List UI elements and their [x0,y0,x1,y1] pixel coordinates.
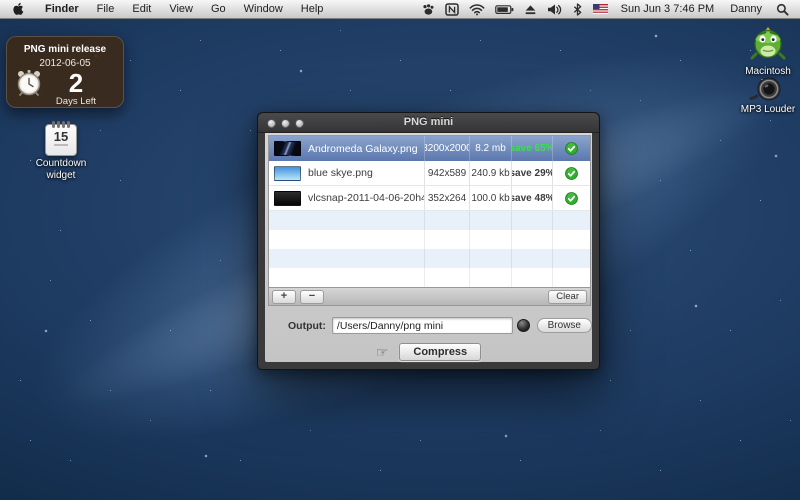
apple-logo-icon [12,2,25,16]
alarm-clock-icon [15,69,43,99]
file-thumbnail [274,191,301,206]
pointing-hand-icon: ☞ [376,345,389,359]
file-name: vlcsnap-2011-04-06-20h40m36s165.png [308,192,425,204]
window-titlebar[interactable]: PNG mini [258,113,599,133]
menu-label: File [97,3,115,15]
menu-label: Window [244,3,283,15]
volume-icon[interactable] [542,0,567,18]
file-size: 8.2 mb [470,136,512,161]
png-mini-window: PNG mini Andromeda Galaxy.png 3200x2000 … [257,112,600,370]
menu-edit[interactable]: Edit [123,0,160,18]
table-footer-bar: + − Clear [269,287,590,305]
widget-date: 2012-06-05 [7,58,123,69]
menu-clock[interactable]: Sun Jun 3 7:46 PM [613,0,723,18]
browse-button[interactable]: Browse [537,318,592,333]
window-title: PNG mini [258,116,599,128]
file-dimensions: 942x589 [425,161,470,185]
menu-label: Edit [132,3,151,15]
table-row[interactable]: vlcsnap-2011-04-06-20h40m36s165.png 352x… [269,186,590,211]
clock-label: Sun Jun 3 7:46 PM [621,3,715,15]
green-character-icon [736,24,800,64]
menu-label: Finder [45,3,79,15]
apple-menu[interactable] [0,0,36,18]
check-circle-icon [565,192,578,205]
file-status [553,161,590,185]
calendar-icon: 15 [45,124,77,156]
remove-file-button[interactable]: − [300,290,324,304]
file-status [553,186,590,210]
file-table: Andromeda Galaxy.png 3200x2000 8.2 mb sa… [268,135,591,306]
desktop-icon-mp3-louder[interactable]: MP3 Louder [736,76,800,116]
battery-icon[interactable] [490,0,519,18]
output-path-input[interactable] [332,317,513,334]
empty-table-row [269,230,590,249]
icon-label: MP3 Louder [741,104,795,115]
speaker-icon [736,76,800,102]
window-content: Andromeda Galaxy.png 3200x2000 8.2 mb sa… [265,133,592,362]
table-row[interactable]: blue skye.png 942x589 240.9 kb save 29% [269,161,590,186]
table-row[interactable]: Andromeda Galaxy.png 3200x2000 8.2 mb sa… [269,136,590,161]
menu-label: Help [301,3,324,15]
compress-button[interactable]: Compress [399,343,481,361]
menu-help[interactable]: Help [292,0,333,18]
letter-n-menu-extra-icon[interactable] [440,0,464,18]
menu-window[interactable]: Window [235,0,292,18]
file-size: 100.0 kb [470,186,512,210]
paw-menu-extra-icon[interactable] [416,0,440,18]
spotlight-icon[interactable] [770,0,800,18]
empty-table-row [269,268,590,287]
wifi-icon[interactable] [464,0,490,18]
user-menu[interactable]: Danny [722,0,770,18]
eject-icon[interactable] [519,0,542,18]
file-save-percent: save 65% [512,136,553,161]
menu-label: Go [211,3,226,15]
menu-file[interactable]: File [88,0,124,18]
countdown-widget[interactable]: PNG mini release 2012-06-05 2 Days Left [6,36,124,108]
file-size: 240.9 kb [470,161,512,185]
menu-label: View [169,3,193,15]
compress-row: ☞ Compress [265,343,592,361]
check-circle-icon [565,167,578,180]
user-label: Danny [730,3,762,15]
icon-label: Countdown [36,158,87,169]
calendar-day: 15 [46,131,76,143]
file-dimensions: 3200x2000 [425,136,470,161]
desktop-icon-countdown-widget[interactable]: 15 Countdown widget [22,124,100,182]
output-label: Output: [288,320,326,332]
empty-table-row [269,211,590,230]
menu-go[interactable]: Go [202,0,235,18]
file-dimensions: 352x264 [425,186,470,210]
menu-finder[interactable]: Finder [36,0,88,18]
menu-view[interactable]: View [160,0,202,18]
file-name: Andromeda Galaxy.png [308,143,418,155]
widget-title: PNG mini release [7,44,123,55]
output-row: Output: Browse [265,317,592,334]
file-thumbnail [274,141,301,156]
file-save-percent: save 29% [512,161,553,185]
icon-label: widget [47,170,76,181]
empty-table-row [269,249,590,268]
reveal-sphere-icon[interactable] [517,319,530,332]
menu-bar: Finder File Edit View Go Window Help [0,0,800,19]
us-flag-input-icon[interactable] [588,0,613,18]
file-thumbnail [274,166,301,181]
file-save-percent: save 48% [512,186,553,210]
clear-button[interactable]: Clear [548,290,587,304]
add-file-button[interactable]: + [272,290,296,304]
file-status [553,136,590,161]
check-circle-icon [565,142,578,155]
file-name: blue skye.png [308,167,373,179]
bluetooth-icon[interactable] [567,0,588,18]
